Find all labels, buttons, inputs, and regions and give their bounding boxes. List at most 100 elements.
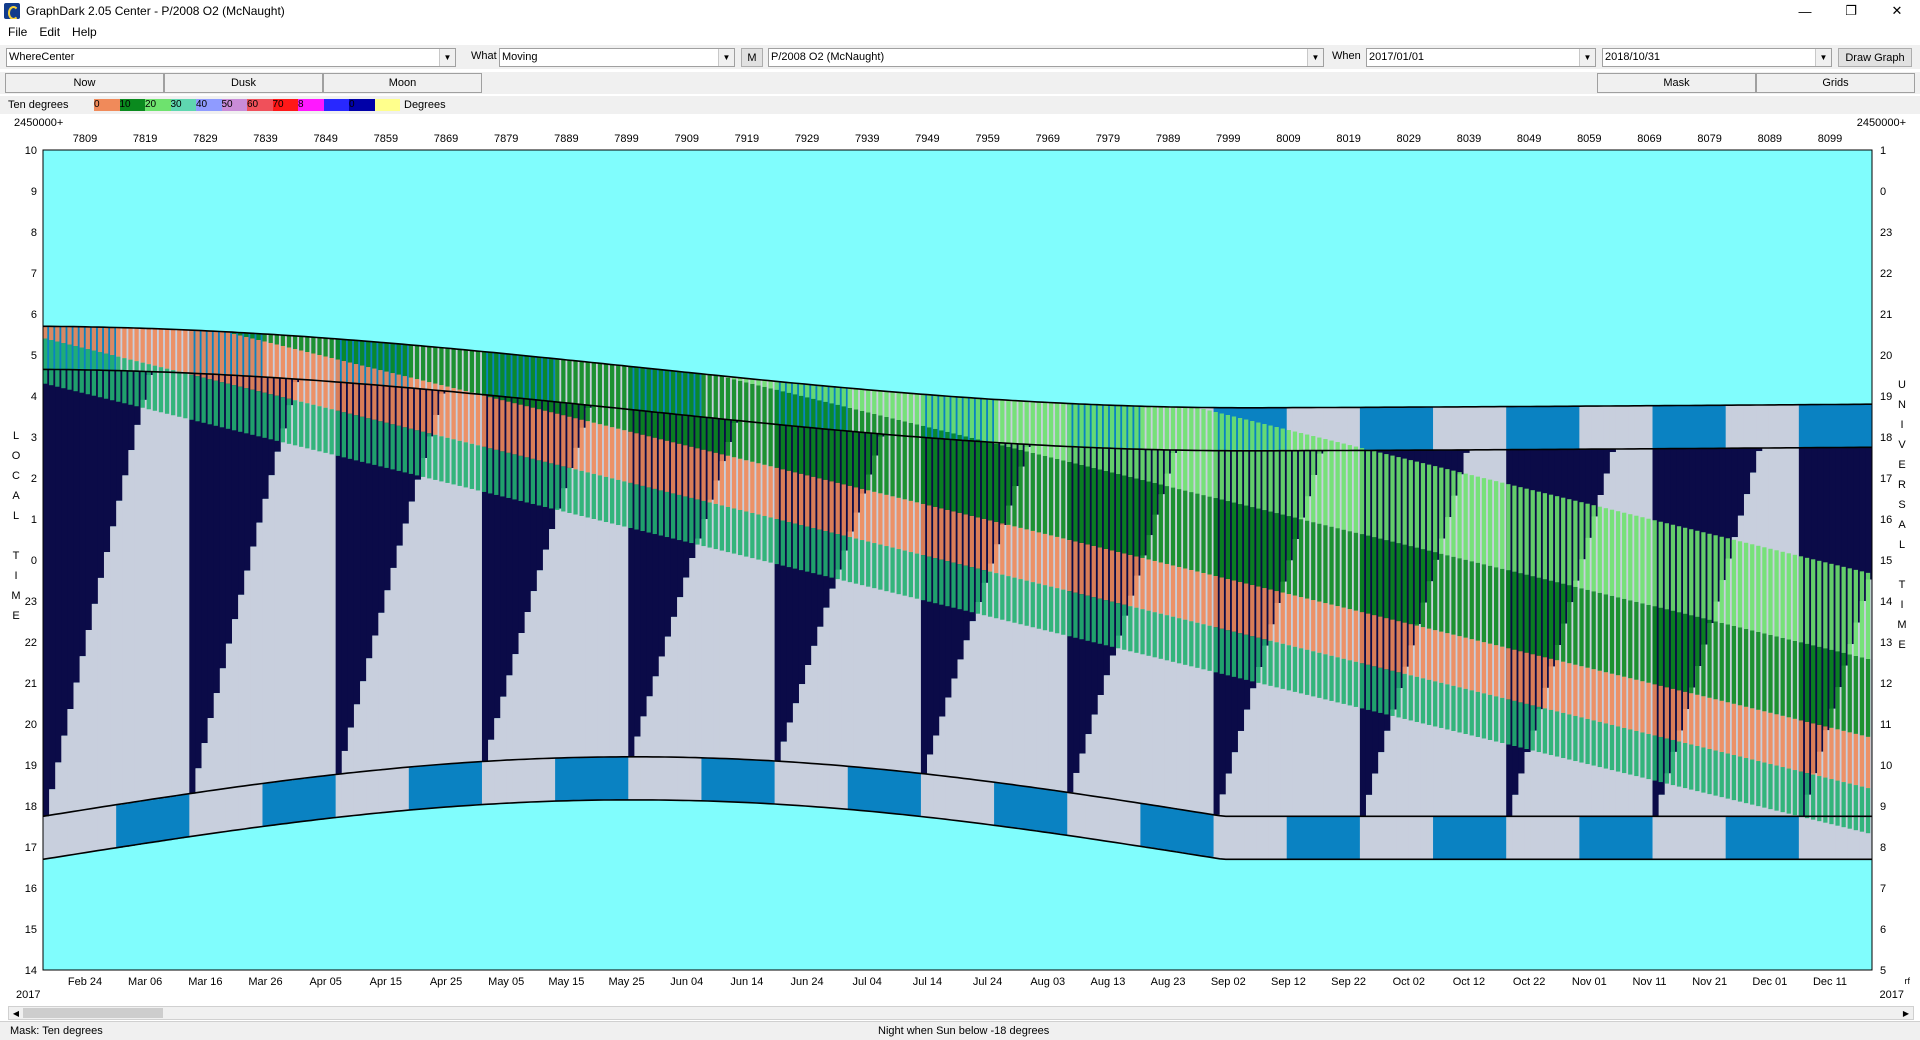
where-combo[interactable]: WhereCenter ▼	[6, 48, 456, 67]
top-tick-label: 8069	[1637, 133, 1661, 145]
left-tick-label: 17	[25, 842, 37, 854]
right-tick-label: 6	[1880, 924, 1886, 936]
chevron-down-icon[interactable]: ▼	[1579, 49, 1595, 66]
menu-edit[interactable]: Edit	[39, 25, 60, 39]
title-bar: GraphDark 2.05 Center - P/2008 O2 (McNau…	[0, 0, 1920, 22]
bottom-tick-label: Dec 11	[1813, 976, 1847, 988]
right-tick-label: 19	[1880, 391, 1892, 403]
top-tick-label: 7829	[193, 133, 217, 145]
start-date-value: 2017/01/01	[1369, 51, 1425, 63]
year-right: 2017	[1880, 989, 1904, 1001]
legend-left-label: Ten degrees	[8, 99, 69, 111]
object-combo[interactable]: P/2008 O2 (McNaught) ▼	[768, 48, 1324, 67]
top-tick-label: 8079	[1697, 133, 1721, 145]
toolbar: WhereCenter ▼ What Moving ▼ M P/2008 O2 …	[0, 45, 1920, 69]
tab-mask[interactable]: Mask	[1597, 73, 1756, 93]
left-tick-label: 2	[31, 473, 37, 485]
maximize-button[interactable]: ❐	[1828, 0, 1874, 22]
left-tick-label: 9	[31, 186, 37, 198]
minimize-button[interactable]: —	[1782, 0, 1828, 22]
end-date-combo[interactable]: 2018/10/31 ▼	[1602, 48, 1832, 67]
menu-help[interactable]: Help	[72, 25, 97, 39]
start-date-combo[interactable]: 2017/01/01 ▼	[1366, 48, 1596, 67]
horizontal-scrollbar[interactable]: ◀ ▶	[8, 1006, 1914, 1020]
top-tick-label: 7809	[73, 133, 97, 145]
tab-moon[interactable]: Moon	[323, 73, 482, 93]
what-combo[interactable]: Moving ▼	[499, 48, 735, 67]
altitude-chart[interactable]: 2450000+ 2450000+7809 7819 7829 7839 7849 7859…	[0, 114, 1920, 1004]
bottom-tick-label: Jul 24	[973, 976, 1002, 988]
left-tick-label: 22	[25, 637, 37, 649]
tab-dusk[interactable]: Dusk	[164, 73, 323, 93]
right-axis-letter: R	[1898, 479, 1906, 491]
left-tick-label: 10	[25, 145, 37, 157]
bottom-tick-label: Nov 21	[1692, 976, 1727, 988]
left-tick-label: 4	[31, 391, 37, 403]
tab-grids[interactable]: Grids	[1756, 73, 1915, 93]
bottom-tick-label: Oct 12	[1453, 976, 1485, 988]
top-tick-label: 7979	[1096, 133, 1120, 145]
left-tick-label: 5	[31, 350, 37, 362]
top-tick-label: 7919	[735, 133, 759, 145]
left-tick-label: 18	[25, 801, 37, 813]
right-tick-label: 0	[1880, 186, 1886, 198]
legend-right-label: Degrees	[404, 99, 446, 111]
top-tick-label: 8019	[1336, 133, 1360, 145]
left-axis-letter: L	[13, 430, 19, 442]
bottom-tick-label: Mar 06	[128, 976, 162, 988]
draw-graph-button[interactable]: Draw Graph	[1838, 48, 1912, 67]
chevron-down-icon[interactable]: ▼	[1307, 49, 1323, 66]
right-axis-letter: N	[1898, 399, 1906, 411]
left-tick-label: 0	[31, 555, 37, 567]
bottom-tick-label: Apr 15	[370, 976, 402, 988]
right-axis-letter: L	[1899, 539, 1905, 551]
right-axis-letter: I	[1900, 419, 1903, 431]
top-tick-label: 7899	[614, 133, 638, 145]
menu-file[interactable]: File	[8, 25, 27, 39]
bottom-tick-label: Sep 22	[1331, 976, 1366, 988]
right-tick-label: 13	[1880, 637, 1892, 649]
scroll-left-icon[interactable]: ◀	[9, 1007, 23, 1019]
right-tick-label: 21	[1880, 309, 1892, 321]
left-tick-label: 20	[25, 719, 37, 731]
bottom-tick-label: Sep 02	[1211, 976, 1246, 988]
top-tick-label: 7939	[855, 133, 879, 145]
window-title: GraphDark 2.05 Center - P/2008 O2 (McNau…	[26, 4, 285, 18]
right-tick-label: 1	[1880, 145, 1886, 157]
bottom-tick-label: Jun 04	[670, 976, 703, 988]
bottom-tick-label: Jul 14	[913, 976, 942, 988]
legend: Ten degrees 0 10 20 30 40 50 60 70 8 0 Degrees	[0, 96, 1920, 114]
left-tick-label: 15	[25, 924, 37, 936]
legend-swatch: 20	[145, 99, 171, 111]
scroll-thumb[interactable]	[23, 1008, 163, 1018]
tab-now[interactable]: Now	[5, 73, 164, 93]
left-axis-letter: C	[12, 470, 20, 482]
right-axis-letter: E	[1898, 639, 1905, 651]
tab-row: Now Dusk Moon Mask Grids	[0, 72, 1920, 94]
m-button[interactable]: M	[741, 48, 763, 67]
left-tick-label: 16	[25, 883, 37, 895]
top-tick-label: 7869	[434, 133, 458, 145]
bottom-tick-label: Aug 13	[1090, 976, 1125, 988]
right-tick-label: 14	[1880, 596, 1892, 608]
left-tick-label: 14	[25, 965, 37, 977]
scroll-right-icon[interactable]: ▶	[1899, 1007, 1913, 1019]
chevron-down-icon[interactable]: ▼	[1815, 49, 1831, 66]
right-tick-label: 20	[1880, 350, 1892, 362]
menu-bar: File Edit Help	[0, 22, 1920, 42]
bottom-tick-label: Sep 12	[1271, 976, 1306, 988]
bottom-tick-label: Jun 14	[730, 976, 763, 988]
top-tick-label: 7999	[1216, 133, 1240, 145]
top-tick-label: 7929	[795, 133, 819, 145]
bottom-tick-label: Mar 16	[188, 976, 222, 988]
close-button[interactable]: ✕	[1874, 0, 1920, 22]
left-tick-label: 7	[31, 268, 37, 280]
right-axis-letter: V	[1898, 439, 1906, 451]
chevron-down-icon[interactable]: ▼	[718, 49, 734, 66]
right-edge-label: rf	[1905, 976, 1911, 986]
top-tick-label: 8049	[1517, 133, 1541, 145]
legend-swatch: 8	[298, 99, 324, 111]
jd-prefix-left: 2450000+	[14, 117, 63, 129]
left-tick-label: 23	[25, 596, 37, 608]
chevron-down-icon[interactable]: ▼	[439, 49, 455, 66]
